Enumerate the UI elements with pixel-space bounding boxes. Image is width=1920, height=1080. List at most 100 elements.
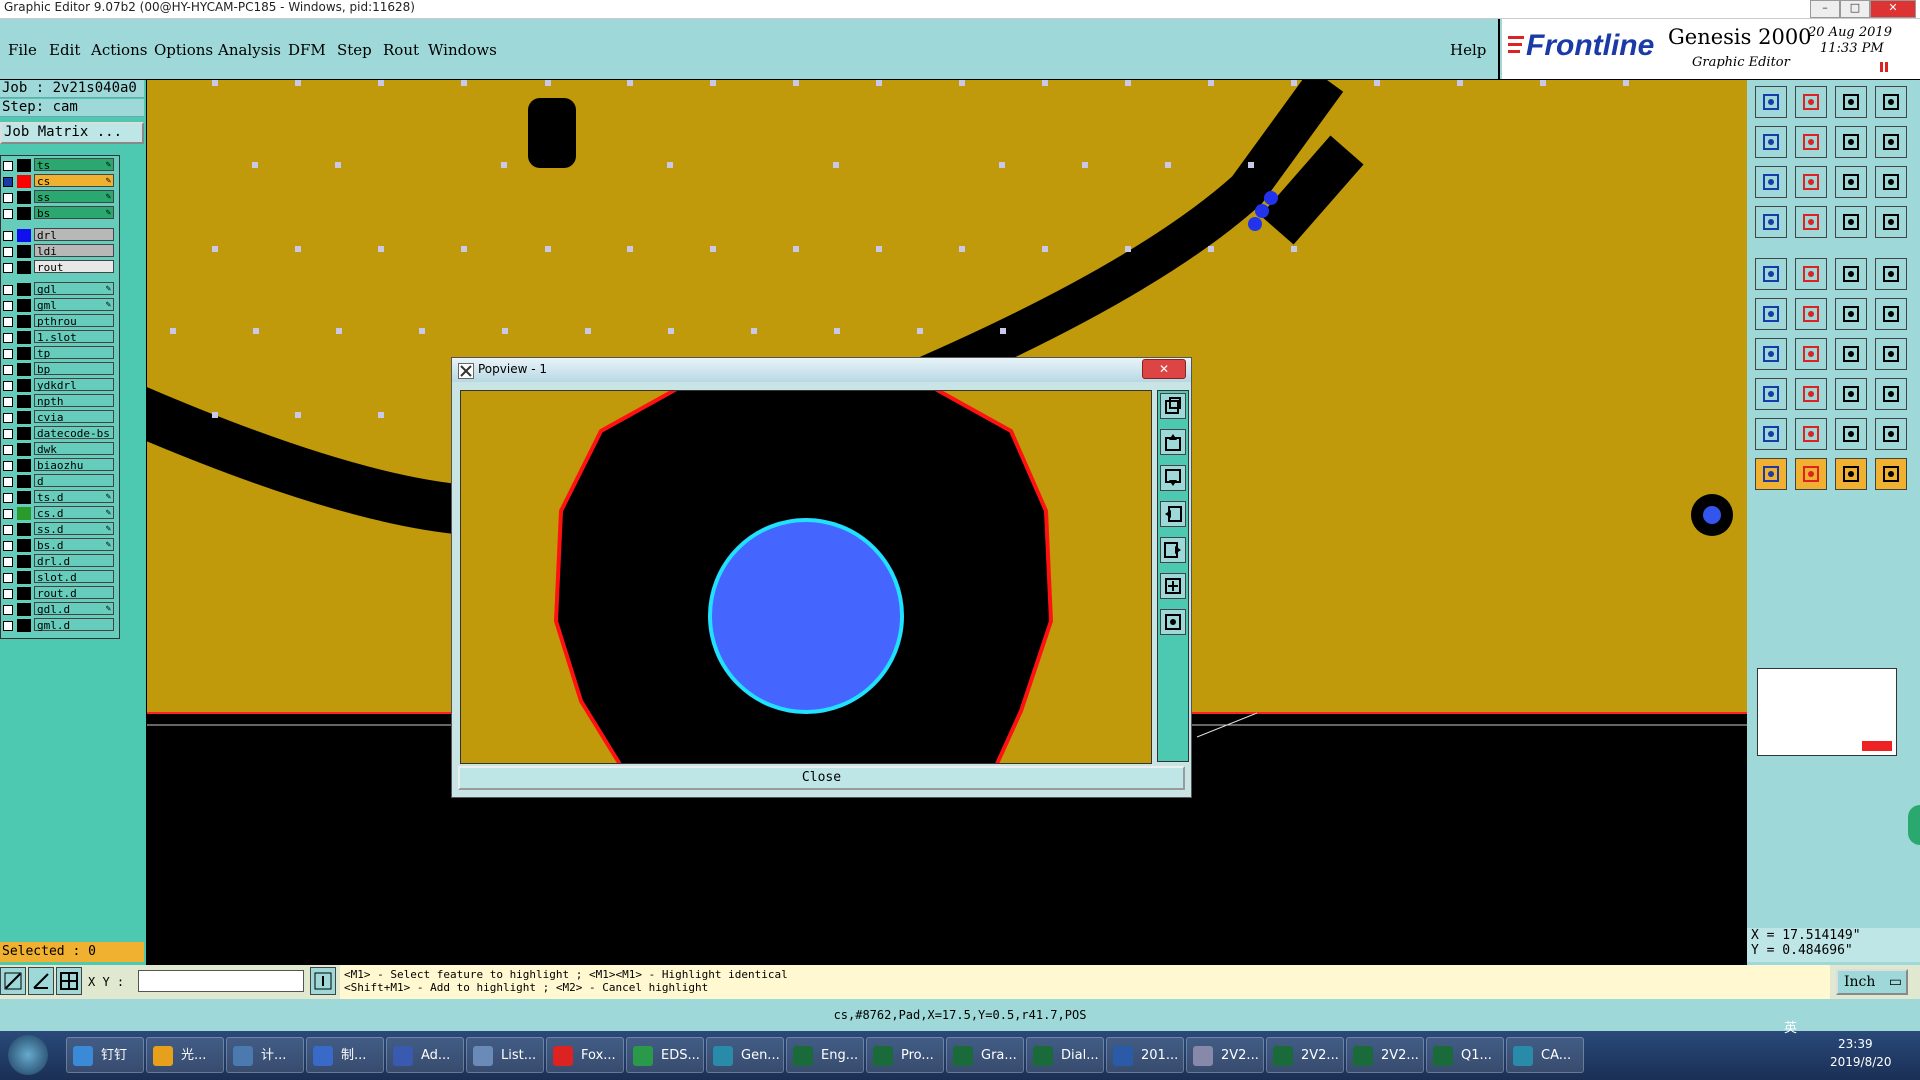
layer-row[interactable]: npth xyxy=(1,394,117,409)
layer-name[interactable]: rout.d xyxy=(34,586,114,600)
layer-row[interactable]: dwk xyxy=(1,442,117,457)
layer-checkbox[interactable] xyxy=(3,541,13,551)
pan-right-icon[interactable] xyxy=(1160,537,1186,563)
layer-name[interactable]: rout xyxy=(34,260,114,274)
layer-name[interactable]: gml.d xyxy=(34,618,114,632)
layer-row[interactable]: tp xyxy=(1,346,117,361)
layer-color-swatch[interactable] xyxy=(17,411,31,424)
layer-name[interactable]: gdl ✎ xyxy=(34,282,114,296)
triangle-red-icon[interactable] xyxy=(1755,418,1787,450)
measure-icon[interactable] xyxy=(1835,206,1867,238)
layer-row[interactable]: ss.d ✎ xyxy=(1,522,117,537)
layer-checkbox[interactable] xyxy=(3,445,13,455)
layer-compare-icon[interactable] xyxy=(1875,206,1907,238)
layer-row[interactable]: gml.d xyxy=(1,618,117,633)
layer-name[interactable]: 1.slot xyxy=(34,330,114,344)
units-dropdown[interactable]: Inch ▭ xyxy=(1836,969,1908,995)
layer-color-swatch[interactable] xyxy=(17,207,31,220)
taskbar-item[interactable]: 钉钉 xyxy=(66,1037,144,1073)
layer-color-swatch[interactable] xyxy=(17,395,31,408)
cross-icon[interactable] xyxy=(1795,298,1827,330)
layer-checkbox[interactable] xyxy=(3,349,13,359)
pan-up-icon[interactable] xyxy=(1160,429,1186,455)
layer-row[interactable]: rout.d xyxy=(1,586,117,601)
layer-name[interactable]: biaozhu xyxy=(34,458,114,472)
slope-icon[interactable] xyxy=(1795,338,1827,370)
taskbar-item[interactable]: 计... xyxy=(226,1037,304,1073)
menu-edit[interactable]: Edit xyxy=(49,41,80,59)
layer-color-swatch[interactable] xyxy=(17,347,31,360)
maximize-button[interactable]: □ xyxy=(1840,0,1870,18)
layer-row[interactable]: cvia xyxy=(1,410,117,425)
layer-name[interactable]: drl xyxy=(34,228,114,242)
pointer-alt-icon[interactable] xyxy=(1835,458,1867,490)
zoom-home-icon[interactable] xyxy=(1160,573,1186,599)
layer-color-swatch[interactable] xyxy=(17,523,31,536)
script-icon[interactable] xyxy=(1875,126,1907,158)
layer-color-swatch[interactable] xyxy=(17,331,31,344)
layer-color-swatch[interactable] xyxy=(17,587,31,600)
layer-checkbox[interactable] xyxy=(3,413,13,423)
layer-color-swatch[interactable] xyxy=(17,379,31,392)
taskbar-item[interactable]: Fox... xyxy=(546,1037,624,1073)
start-button[interactable] xyxy=(8,1035,48,1075)
layer-color-swatch[interactable] xyxy=(17,175,31,188)
layer-row[interactable]: 1.slot xyxy=(1,330,117,345)
layer-checkbox[interactable] xyxy=(3,301,13,311)
layer-row[interactable]: ts.d ✎ xyxy=(1,490,117,505)
grid-tool-icon[interactable] xyxy=(56,967,82,995)
layer-color-swatch[interactable] xyxy=(17,283,31,296)
side-widget[interactable] xyxy=(1908,805,1920,845)
layer-color-swatch[interactable] xyxy=(17,475,31,488)
undo-icon[interactable] xyxy=(1755,126,1787,158)
layer-color-swatch[interactable] xyxy=(17,427,31,440)
triangle-red-alt-icon[interactable] xyxy=(1875,418,1907,450)
help-icon[interactable] xyxy=(1875,166,1907,198)
layer-name[interactable]: drl.d xyxy=(34,554,114,568)
layer-row[interactable]: ss ✎ xyxy=(1,190,117,205)
taskbar-item[interactable]: Gen... xyxy=(706,1037,784,1073)
layer-color-swatch[interactable] xyxy=(17,245,31,258)
popview-close-button[interactable]: Close xyxy=(458,766,1185,790)
pad-icon[interactable] xyxy=(1755,258,1787,290)
layer-color-swatch[interactable] xyxy=(17,229,31,242)
layer-name[interactable]: dwk xyxy=(34,442,114,456)
layer-row[interactable]: drl.d xyxy=(1,554,117,569)
triangle-blue-icon[interactable] xyxy=(1835,418,1867,450)
layer-name[interactable]: tp xyxy=(34,346,114,360)
layer-name[interactable]: bs ✎ xyxy=(34,206,114,220)
taskbar-item[interactable]: 2V2... xyxy=(1186,1037,1264,1073)
xy-input[interactable] xyxy=(138,970,304,992)
job-matrix-button[interactable]: Job Matrix ... xyxy=(0,122,144,144)
angle-icon[interactable] xyxy=(1755,338,1787,370)
layer-color-swatch[interactable] xyxy=(17,459,31,472)
shape-icon[interactable] xyxy=(1795,258,1827,290)
layer-checkbox[interactable] xyxy=(3,461,13,471)
layer-checkbox[interactable] xyxy=(3,285,13,295)
layer-name[interactable]: gml ✎ xyxy=(34,298,114,312)
zoom-box-icon[interactable] xyxy=(1755,166,1787,198)
layer-color-swatch[interactable] xyxy=(17,619,31,632)
layer-row[interactable]: gdl.d ✎ xyxy=(1,602,117,617)
layer-checkbox[interactable] xyxy=(3,231,13,241)
line-icon[interactable] xyxy=(1835,258,1867,290)
layer-color-swatch[interactable] xyxy=(17,299,31,312)
menu-help[interactable]: Help xyxy=(1450,41,1486,59)
layer-checkbox[interactable] xyxy=(3,365,13,375)
layer-row[interactable]: cs.d ✎ xyxy=(1,506,117,521)
layer-row[interactable]: bs ✎ xyxy=(1,206,117,221)
menu-analysis[interactable]: Analysis xyxy=(218,41,281,59)
info-icon[interactable] xyxy=(310,967,336,995)
resize-icon[interactable] xyxy=(1835,378,1867,410)
layer-name[interactable]: ss ✎ xyxy=(34,190,114,204)
layer-row[interactable]: drl xyxy=(1,228,117,243)
taskbar-item[interactable]: Ad... xyxy=(386,1037,464,1073)
layer-checkbox[interactable] xyxy=(3,573,13,583)
layer-row[interactable]: pthrou xyxy=(1,314,117,329)
layer-checkbox[interactable] xyxy=(3,493,13,503)
layer-name[interactable]: npth xyxy=(34,394,114,408)
layer-name[interactable]: pthrou xyxy=(34,314,114,328)
taskbar-item[interactable]: CA... xyxy=(1506,1037,1584,1073)
layer-color-swatch[interactable] xyxy=(17,363,31,376)
layer-name[interactable]: ldi xyxy=(34,244,114,258)
